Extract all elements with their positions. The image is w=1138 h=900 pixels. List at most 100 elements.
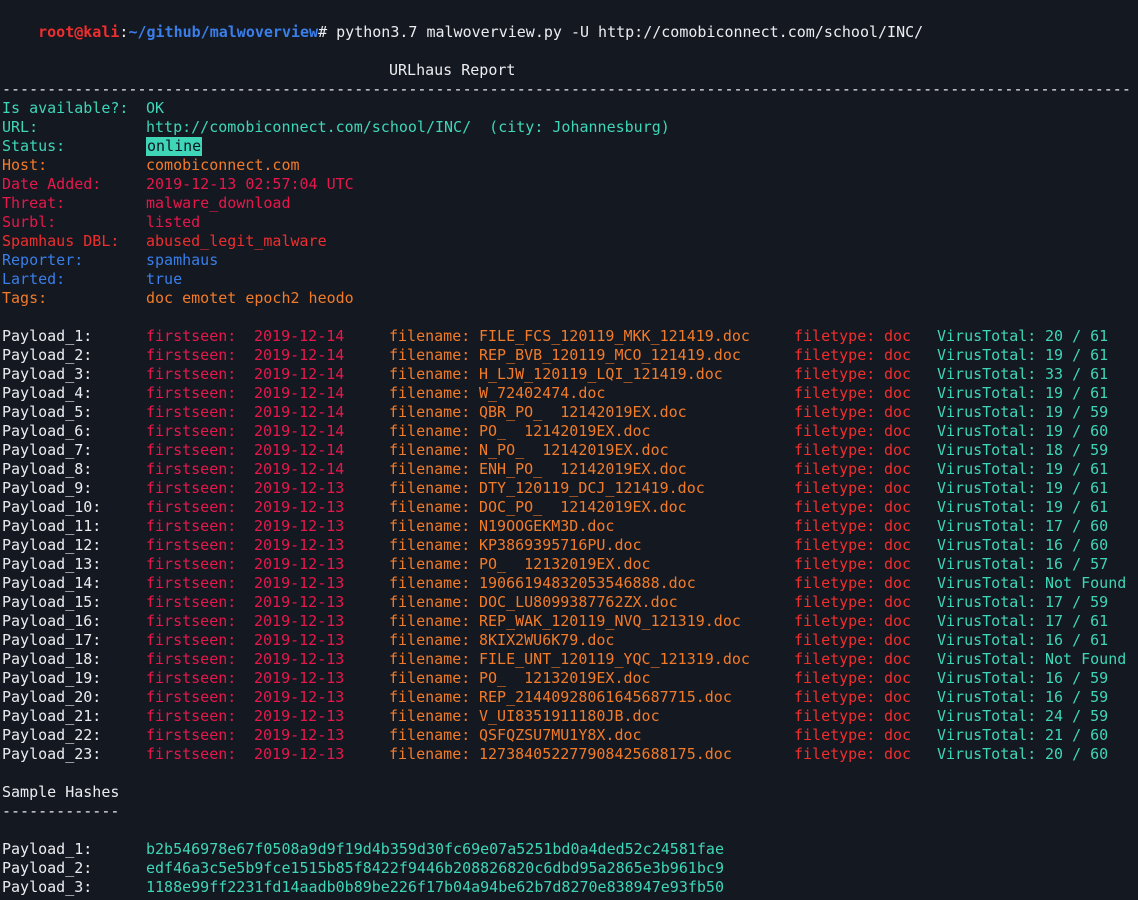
filename-label: filename: bbox=[389, 479, 471, 497]
firstseen-label: firstseen: bbox=[146, 726, 237, 744]
filetype-label: filetype: bbox=[794, 346, 876, 364]
payload-name: Payload_17: bbox=[2, 631, 102, 649]
filetype-label: filetype: bbox=[794, 460, 876, 478]
payload-name: Payload_4: bbox=[2, 384, 93, 402]
field-label: Is available?: bbox=[2, 99, 129, 117]
virustotal-value: Not Found bbox=[1045, 574, 1127, 592]
filetype-value: doc bbox=[884, 441, 912, 459]
sha256-hash: edf46a3c5e5b9fce1515b85f8422f9446b208826… bbox=[146, 859, 724, 877]
virustotal-label: VirusTotal: bbox=[937, 669, 1037, 687]
filetype-label: filetype: bbox=[794, 536, 876, 554]
virustotal-value: 19 / 61 bbox=[1045, 479, 1109, 497]
filename-label: filename: bbox=[389, 631, 471, 649]
field-value: spamhaus bbox=[146, 251, 219, 269]
firstseen-value: 2019-12-13 bbox=[254, 631, 345, 649]
filetype-value: doc bbox=[884, 498, 912, 516]
firstseen-label: firstseen: bbox=[146, 327, 237, 345]
virustotal-value: 33 / 61 bbox=[1045, 365, 1109, 383]
report-field-row: Larted: true bbox=[0, 270, 1138, 289]
filetype-label: filetype: bbox=[794, 650, 876, 668]
virustotal-label: VirusTotal: bbox=[937, 612, 1037, 630]
filename-label: filename: bbox=[389, 346, 471, 364]
virustotal-label: VirusTotal: bbox=[937, 403, 1037, 421]
virustotal-label: VirusTotal: bbox=[937, 650, 1037, 668]
virustotal-label: VirusTotal: bbox=[937, 327, 1037, 345]
filetype-value: doc bbox=[884, 631, 912, 649]
table-row: Payload_18: firstseen: 2019-12-13 filename:… bbox=[0, 650, 1138, 669]
payload-name: Payload_21: bbox=[2, 707, 102, 725]
report-field-row: Host: comobiconnect.com bbox=[0, 156, 1138, 175]
firstseen-label: firstseen: bbox=[146, 574, 237, 592]
filename-label: filename: bbox=[389, 441, 471, 459]
virustotal-value: 19 / 61 bbox=[1045, 498, 1109, 516]
virustotal-label: VirusTotal: bbox=[937, 574, 1037, 592]
filetype-label: filetype: bbox=[794, 422, 876, 440]
payload-name: Payload_2: bbox=[2, 346, 93, 364]
filename-value: QBR_PO_ 12142019EX.doc bbox=[479, 403, 687, 421]
firstseen-value: 2019-12-13 bbox=[254, 745, 345, 763]
payload-name: Payload_9: bbox=[2, 479, 93, 497]
filename-label: filename: bbox=[389, 365, 471, 383]
report-field-row: Status: online bbox=[0, 137, 1138, 156]
report-divider: ----------------------------------------… bbox=[2, 80, 1131, 98]
report-field-row: Surbl: listed bbox=[0, 213, 1138, 232]
table-row: Payload_16: firstseen: 2019-12-13 filename:… bbox=[0, 612, 1138, 631]
filetype-label: filetype: bbox=[794, 384, 876, 402]
table-row: Payload_8: firstseen: 2019-12-14 filename: E… bbox=[0, 460, 1138, 479]
filename-value: REP_BVB_120119_MCO_121419.doc bbox=[479, 346, 741, 364]
firstseen-label: firstseen: bbox=[146, 460, 237, 478]
firstseen-label: firstseen: bbox=[146, 650, 237, 668]
filename-value: REP_WAK_120119_NVQ_121319.doc bbox=[479, 612, 741, 630]
filetype-value: doc bbox=[884, 574, 912, 592]
filetype-label: filetype: bbox=[794, 707, 876, 725]
prompt-user-host: root@kali bbox=[38, 23, 120, 41]
virustotal-value: 24 / 59 bbox=[1045, 707, 1109, 725]
table-row: Payload_5: firstseen: 2019-12-14 filename: Q… bbox=[0, 403, 1138, 422]
field-label: Reporter: bbox=[2, 251, 84, 269]
firstseen-value: 2019-12-13 bbox=[254, 612, 345, 630]
table-row: Payload_12: firstseen: 2019-12-13 filename:… bbox=[0, 536, 1138, 555]
virustotal-label: VirusTotal: bbox=[937, 631, 1037, 649]
field-label: Tags: bbox=[2, 289, 48, 307]
table-row: Payload_20: firstseen: 2019-12-13 filename:… bbox=[0, 688, 1138, 707]
filename-label: filename: bbox=[389, 650, 471, 668]
firstseen-label: firstseen: bbox=[146, 365, 237, 383]
status-badge: online bbox=[146, 137, 203, 156]
firstseen-label: firstseen: bbox=[146, 612, 237, 630]
firstseen-label: firstseen: bbox=[146, 707, 237, 725]
filename-value: N19OOGEKM3D.doc bbox=[479, 517, 615, 535]
virustotal-value: 19 / 59 bbox=[1045, 403, 1109, 421]
filename-value: 8KIX2WU6K79.doc bbox=[479, 631, 615, 649]
table-row: Payload_17: firstseen: 2019-12-13 filename:… bbox=[0, 631, 1138, 650]
sha256-hash: 1188e99ff2231fd14aadb0b89be226f17b04a94b… bbox=[146, 878, 724, 896]
filetype-label: filetype: bbox=[794, 745, 876, 763]
terminal-window[interactable]: root@kali:~/github/malwoverview# python3… bbox=[0, 0, 1138, 900]
firstseen-label: firstseen: bbox=[146, 517, 237, 535]
filetype-value: doc bbox=[884, 460, 912, 478]
filetype-label: filetype: bbox=[794, 479, 876, 497]
report-field-row: Is available?: OK bbox=[0, 99, 1138, 118]
payload-name: Payload_18: bbox=[2, 650, 102, 668]
virustotal-value: 17 / 60 bbox=[1045, 517, 1109, 535]
firstseen-value: 2019-12-13 bbox=[254, 650, 345, 668]
filetype-value: doc bbox=[884, 745, 912, 763]
list-item: Payload_3: 1188e99ff2231fd14aadb0b89be226… bbox=[0, 878, 1138, 897]
table-row: Payload_7: firstseen: 2019-12-14 filename: N… bbox=[0, 441, 1138, 460]
filename-value: V_UI8351911180JB.doc bbox=[479, 707, 660, 725]
filetype-label: filetype: bbox=[794, 574, 876, 592]
firstseen-value: 2019-12-13 bbox=[254, 498, 345, 516]
filename-label: filename: bbox=[389, 384, 471, 402]
filetype-value: doc bbox=[884, 479, 912, 497]
filetype-label: filetype: bbox=[794, 593, 876, 611]
field-value: true bbox=[146, 270, 183, 288]
filetype-value: doc bbox=[884, 327, 912, 345]
field-value: abused_legit_malware bbox=[146, 232, 327, 250]
firstseen-value: 2019-12-14 bbox=[254, 422, 345, 440]
filetype-value: doc bbox=[884, 688, 912, 706]
field-label: Status: bbox=[2, 137, 66, 155]
firstseen-label: firstseen: bbox=[146, 346, 237, 364]
field-value: 2019-12-13 02:57:04 UTC bbox=[146, 175, 354, 193]
virustotal-label: VirusTotal: bbox=[937, 707, 1037, 725]
filetype-label: filetype: bbox=[794, 726, 876, 744]
field-label: Date Added: bbox=[2, 175, 102, 193]
